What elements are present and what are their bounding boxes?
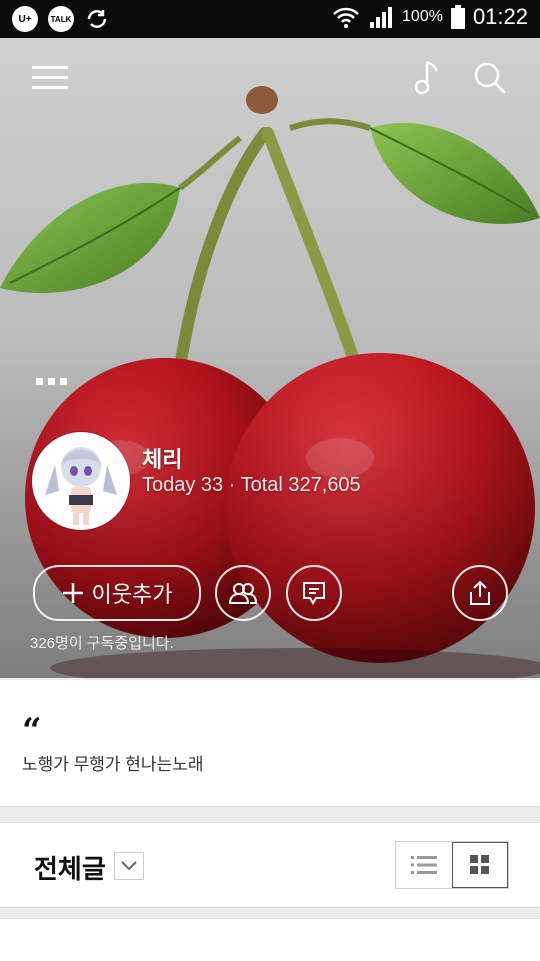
status-left: U+ TALK — [12, 6, 110, 32]
people-icon — [229, 583, 257, 604]
talk-icon: TALK — [48, 6, 74, 32]
quote-icon: “ — [22, 711, 42, 751]
music-note-icon — [414, 60, 439, 95]
more-options-icon[interactable] — [36, 378, 68, 386]
plus-icon — [62, 583, 83, 603]
category-dropdown[interactable] — [114, 852, 144, 880]
subscriber-count: 326명이 구독중입니다. — [30, 635, 174, 652]
posts-header: 전체글 — [0, 822, 540, 908]
search-button[interactable] — [468, 56, 512, 100]
anime-character-avatar — [35, 435, 127, 527]
status-bar: U+ TALK 100% 01:22 — [0, 0, 540, 38]
signal-icon — [370, 7, 393, 28]
search-icon — [474, 62, 506, 94]
neighbors-button[interactable] — [215, 565, 271, 621]
chevron-down-icon — [121, 861, 137, 871]
add-neighbor-label: 이웃추가 — [91, 582, 173, 607]
menu-button[interactable] — [28, 56, 72, 100]
blog-intro-text: 노행가 무행가 현나는노래 — [22, 755, 204, 774]
music-button[interactable] — [405, 56, 449, 100]
clock: 01:22 — [472, 4, 528, 29]
grid-view-button[interactable] — [451, 842, 508, 888]
list-view-button[interactable] — [396, 842, 452, 888]
visitor-stats: Today 33 · Total 327,605 — [142, 474, 361, 496]
uplus-icon: U+ — [12, 6, 38, 32]
share-icon — [470, 580, 490, 605]
share-button[interactable] — [452, 565, 508, 621]
view-mode-toggle — [395, 841, 509, 889]
wifi-icon — [333, 7, 359, 28]
blog-owner-name: 체리 — [142, 447, 183, 472]
status-right: 100% 01:22 — [332, 4, 528, 30]
hamburger-icon — [32, 66, 68, 89]
sync-icon — [87, 10, 107, 28]
posts-category-title[interactable]: 전체글 — [34, 849, 106, 886]
post-list-area — [0, 918, 540, 961]
message-button[interactable] — [286, 565, 342, 621]
profile-avatar[interactable] — [32, 432, 130, 530]
chat-bubble-icon — [303, 582, 325, 605]
battery-percent: 100% — [402, 8, 443, 25]
grid-icon — [470, 855, 490, 874]
list-icon — [410, 856, 437, 874]
battery-icon — [450, 5, 465, 29]
blog-cover: 체리 Today 33 · Total 327,605 이웃추가 326명이 구… — [0, 38, 540, 678]
add-neighbor-button[interactable]: 이웃추가 — [33, 565, 201, 621]
blog-intro-section: “ 노행가 무행가 현나는노래 — [0, 680, 540, 807]
